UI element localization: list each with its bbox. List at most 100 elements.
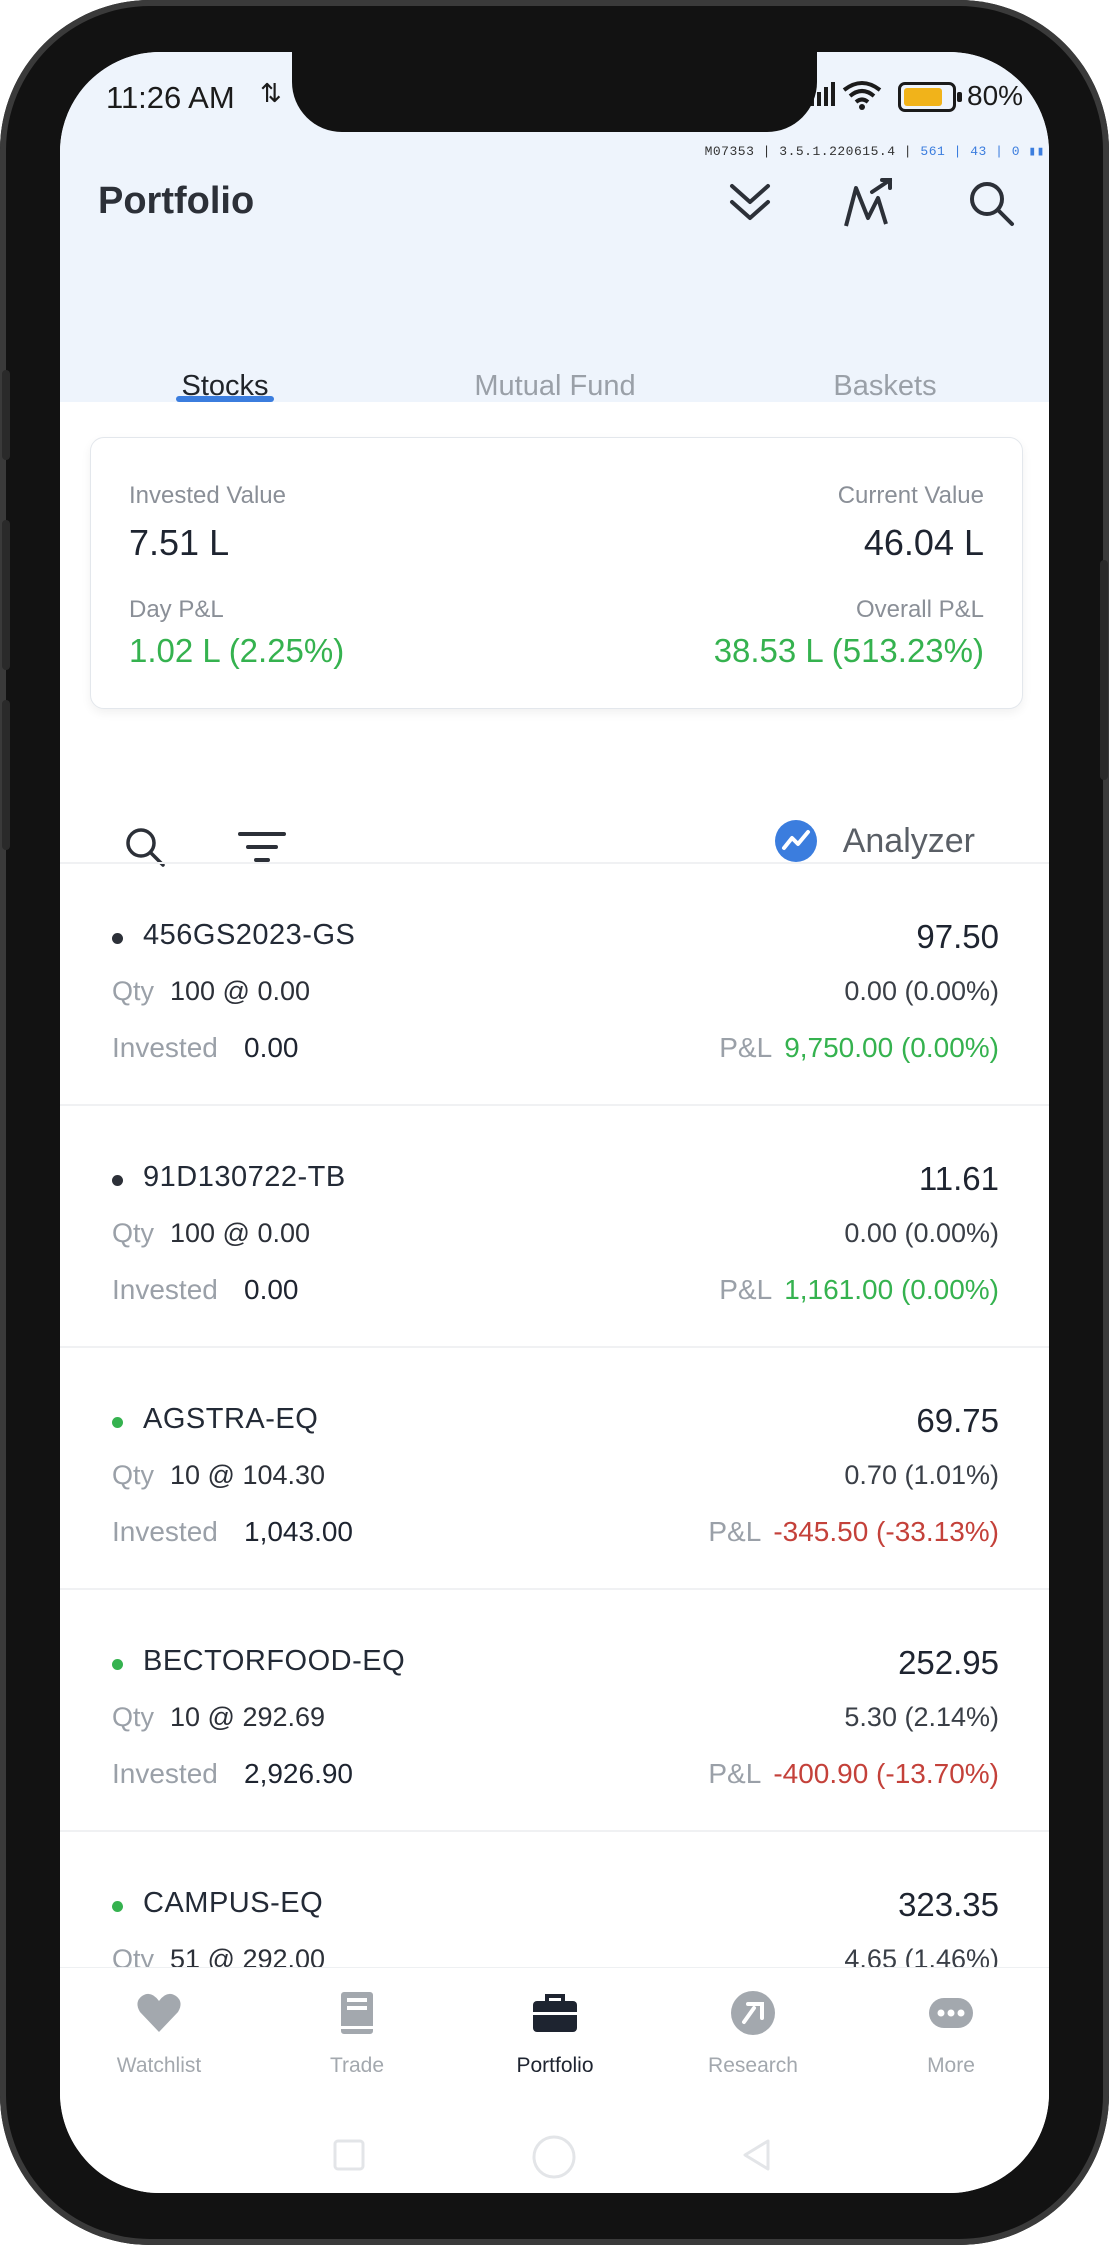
nav-trade[interactable]: Trade	[258, 1988, 456, 2078]
pnl: P&L -345.50 (-33.13%)	[708, 1516, 999, 1548]
pnl-label: P&L	[719, 1274, 773, 1305]
side-button	[2, 370, 10, 460]
qty-label: Qty	[112, 1702, 155, 1732]
wifi-icon	[842, 81, 882, 110]
holding-ltp: 323.35	[898, 1886, 999, 1923]
build-version: M07353 | 3.5.1.220615.4 |	[704, 144, 921, 159]
qty-value: 100 @ 0.00	[170, 1218, 311, 1248]
holding-symbol: CAMPUS-EQ	[143, 1887, 324, 1919]
screen: 11:26 AM ⇅ 80% M07353 | 3.5.1.220615.4 |…	[60, 52, 1049, 2193]
qty-label: Qty	[112, 1218, 155, 1248]
qty-label: Qty	[112, 976, 155, 1006]
overall-pnl-label: Overall P&L	[855, 596, 984, 623]
home-icon[interactable]	[530, 2133, 578, 2181]
status-dot	[112, 1901, 123, 1912]
status-dot	[112, 1417, 123, 1428]
nav-label: Research	[708, 2054, 798, 2077]
invested-label: Invested	[112, 1758, 218, 1789]
pnl-value: 9,750.00 (0.00%)	[784, 1032, 999, 1063]
pnl: P&L -400.90 (-13.70%)	[708, 1758, 999, 1790]
nav-portfolio[interactable]: Portfolio	[456, 1988, 654, 2078]
analyzer-icon[interactable]	[775, 820, 817, 862]
qty-value: 10 @ 292.69	[170, 1702, 326, 1732]
power-button	[1100, 560, 1108, 780]
pnl: P&L 9,750.00 (0.00%)	[719, 1032, 999, 1064]
active-tab-indicator	[176, 396, 274, 402]
nav-research[interactable]: Research	[654, 1988, 852, 2078]
battery-percent: 80%	[967, 80, 1024, 111]
status-dot	[112, 1659, 123, 1670]
trend-chart-icon[interactable]	[842, 178, 898, 230]
holdings-toolbar: Analyzer	[60, 752, 1049, 867]
holding-ltp: 11.61	[918, 1160, 999, 1197]
nav-label: Portfolio	[516, 2054, 594, 2077]
current-value: 46.04 L	[863, 522, 984, 563]
day-pnl-value: 1.02 L (2.25%)	[129, 632, 345, 669]
holding-row[interactable]: BECTORFOOD-EQ 252.95 Qty 10 @ 292.69 5.3…	[60, 1588, 1049, 1830]
nav-label: Watchlist	[116, 2054, 202, 2077]
holding-ltp: 252.95	[898, 1644, 999, 1681]
qty-value: 100 @ 0.00	[170, 976, 311, 1006]
recents-icon[interactable]	[332, 2138, 366, 2172]
invested-value: 1,043.00	[244, 1516, 353, 1547]
tab-mutual-fund[interactable]: Mutual Fund	[390, 370, 720, 403]
invested-value-label: Invested Value	[129, 482, 286, 509]
status-time: 11:26 AM	[106, 80, 235, 115]
nav-watchlist[interactable]: Watchlist	[60, 1988, 258, 2078]
day-pnl-label: Day P&L	[129, 596, 224, 623]
holding-symbol: AGSTRA-EQ	[143, 1403, 319, 1435]
back-icon[interactable]	[740, 2138, 774, 2172]
pnl-label: P&L	[708, 1758, 762, 1789]
nav-label: Trade	[329, 2054, 385, 2077]
nav-label: More	[927, 2054, 975, 2077]
volume-down-button	[2, 700, 10, 850]
invested-value: 2,926.90	[244, 1758, 353, 1789]
invested-value: 0.00	[244, 1274, 299, 1305]
current-value-label: Current Value	[837, 482, 984, 509]
holding-symbol: BECTORFOOD-EQ	[143, 1645, 406, 1677]
pnl-label: P&L	[719, 1032, 773, 1063]
chevron-double-down-icon[interactable]	[726, 178, 774, 226]
nav-more[interactable]: More	[852, 1988, 1049, 2078]
build-metrics: 561 | 43 | 0	[920, 144, 1021, 159]
battery-icon	[898, 82, 962, 112]
analyzer-button[interactable]: Analyzer	[843, 822, 975, 861]
heart-icon	[137, 1993, 181, 2032]
status-dot	[112, 933, 123, 944]
page-title: Portfolio	[98, 180, 255, 222]
briefcase-icon	[533, 1994, 577, 2032]
qty-label: Qty	[112, 1460, 155, 1490]
build-info: M07353 | 3.5.1.220615.4 | 561 | 43 | 0 ▮…	[704, 144, 1045, 159]
pnl-value: -400.90 (-13.70%)	[773, 1758, 999, 1789]
invested-label: Invested	[112, 1032, 218, 1063]
more-icon	[929, 1998, 973, 2028]
data-sync-icon: ⇅	[260, 78, 282, 108]
pnl-value: 1,161.00 (0.00%)	[784, 1274, 999, 1305]
book-icon	[341, 1992, 373, 2034]
filter-icon[interactable]	[238, 830, 286, 866]
holding-row[interactable]: AGSTRA-EQ 69.75 Qty 10 @ 104.30 0.70 (1.…	[60, 1346, 1049, 1588]
bottom-navigation: Watchlist Trade Portfolio Research More	[60, 1967, 1049, 2193]
holding-ltp: 97.50	[916, 918, 999, 955]
invested-label: Invested	[112, 1274, 218, 1305]
day-change: 0.00 (0.00%)	[844, 976, 999, 1006]
tab-bar: Stocks Mutual Fund Baskets	[60, 320, 1049, 402]
invested-value: 7.51 L	[129, 522, 230, 563]
invested-label: Invested	[112, 1516, 218, 1547]
pnl-label: P&L	[708, 1516, 762, 1547]
holding-row[interactable]: 91D130722-TB 11.61 Qty 100 @ 0.00 0.00 (…	[60, 1104, 1049, 1346]
tab-baskets[interactable]: Baskets	[720, 370, 1049, 403]
camera-notch	[292, 52, 817, 132]
qty-value: 10 @ 104.30	[170, 1460, 326, 1490]
invested-value: 0.00	[244, 1032, 299, 1063]
holding-symbol: 456GS2023-GS	[143, 919, 356, 951]
overall-pnl-value: 38.53 L (513.23%)	[713, 632, 984, 669]
holding-ltp: 69.75	[916, 1402, 999, 1439]
search-icon[interactable]	[966, 178, 1016, 228]
volume-up-button	[2, 520, 10, 670]
pnl-value: -345.50 (-33.13%)	[773, 1516, 999, 1547]
holding-row[interactable]: 456GS2023-GS 97.50 Qty 100 @ 0.00 0.00 (…	[60, 862, 1049, 1104]
portfolio-summary-card: Invested Value 7.51 L Current Value 46.0…	[90, 437, 1023, 709]
holding-symbol: 91D130722-TB	[143, 1161, 346, 1193]
day-change: 0.70 (1.01%)	[844, 1460, 999, 1490]
